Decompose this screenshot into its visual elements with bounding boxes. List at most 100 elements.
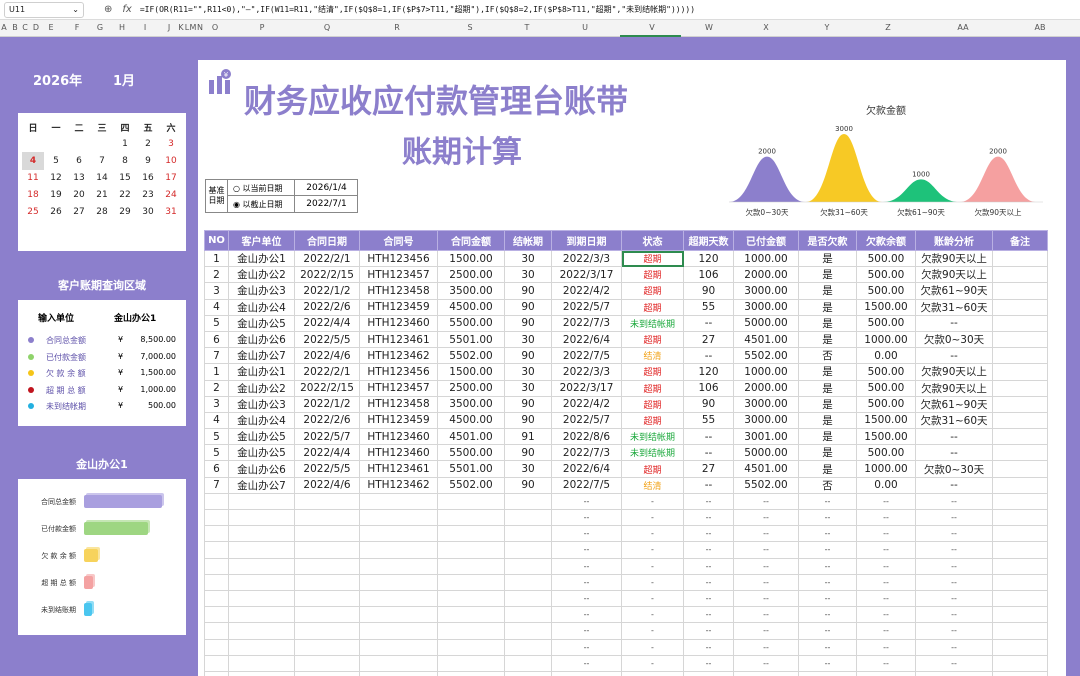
table-cell[interactable]: --	[733, 492, 799, 511]
table-cell[interactable]: --	[551, 541, 622, 559]
table-cell[interactable]	[992, 460, 1048, 478]
table-cell[interactable]	[228, 654, 295, 672]
table-cell[interactable]: HTH123461	[359, 460, 438, 478]
calendar-day[interactable]: 23	[137, 190, 159, 200]
table-cell[interactable]: --	[856, 557, 916, 575]
table-cell[interactable]	[204, 654, 229, 672]
table-cell[interactable]	[437, 622, 505, 640]
table-cell[interactable]: 4500.00	[437, 411, 505, 430]
table-cell[interactable]	[228, 557, 295, 575]
table-cell[interactable]: 500.00	[856, 379, 916, 397]
table-cell[interactable]: --	[683, 476, 734, 494]
table-cell[interactable]: 是	[798, 314, 857, 332]
table-cell[interactable]: --	[915, 622, 993, 640]
table-cell[interactable]: --	[683, 347, 734, 365]
table-cell[interactable]: 27	[683, 460, 734, 478]
column-letter[interactable]: C	[22, 23, 28, 32]
table-cell[interactable]	[359, 541, 438, 559]
table-cell[interactable]	[437, 508, 505, 527]
calendar-day[interactable]: 22	[114, 190, 136, 200]
table-cell[interactable]	[359, 508, 438, 527]
table-cell[interactable]: 5500.00	[437, 444, 505, 462]
table-cell[interactable]	[204, 508, 229, 527]
table-cell[interactable]: --	[683, 508, 734, 527]
table-cell[interactable]: --	[733, 525, 799, 543]
table-cell[interactable]: --	[798, 638, 857, 656]
table-cell[interactable]: 2022/6/4	[551, 330, 622, 349]
table-cell[interactable]: 是	[798, 282, 857, 300]
table-cell[interactable]: --	[683, 492, 734, 511]
table-cell[interactable]: --	[915, 541, 993, 559]
table-cell[interactable]: --	[683, 573, 734, 591]
table-cell[interactable]	[359, 525, 438, 543]
table-cell[interactable]: 1000.00	[733, 363, 799, 381]
table-cell[interactable]: 2022/4/2	[551, 395, 622, 413]
table-cell[interactable]	[228, 508, 295, 527]
table-cell[interactable]: 6	[204, 460, 229, 478]
table-cell[interactable]	[992, 638, 1048, 656]
column-letter[interactable]: AA	[957, 23, 968, 32]
table-cell[interactable]: 金山办公6	[228, 460, 295, 478]
column-letter[interactable]: Z	[885, 23, 890, 32]
table-cell[interactable]: 2022/5/7	[294, 428, 360, 446]
table-cell[interactable]: --	[551, 654, 622, 672]
table-cell[interactable]: -	[621, 541, 684, 559]
base-date-option-cutoff[interactable]: ◉ 以截止日期 2022/7/1	[228, 196, 358, 212]
table-cell[interactable]: -	[621, 622, 684, 640]
table-cell[interactable]: 500.00	[856, 363, 916, 381]
calendar-day[interactable]: 31	[160, 207, 182, 217]
table-cell[interactable]	[294, 557, 360, 575]
table-cell[interactable]: 1000.00	[733, 249, 799, 268]
table-cell[interactable]: --	[856, 606, 916, 624]
calendar-day[interactable]: 1	[114, 139, 136, 149]
table-cell[interactable]	[992, 363, 1048, 381]
table-cell[interactable]: HTH123461	[359, 330, 438, 349]
table-cell[interactable]: 2022/4/4	[294, 444, 360, 462]
table-cell[interactable]: 欠款61~90天	[915, 282, 993, 300]
calendar-day[interactable]: 19	[45, 190, 67, 200]
table-cell[interactable]: HTH123460	[359, 444, 438, 462]
calendar-day[interactable]: 29	[114, 207, 136, 217]
table-cell[interactable]: --	[733, 622, 799, 640]
column-letter[interactable]: R	[394, 23, 400, 32]
table-cell[interactable]: 金山办公2	[228, 379, 295, 397]
table-cell[interactable]: 2022/2/1	[294, 249, 360, 268]
table-cell[interactable]: 2022/4/4	[294, 314, 360, 332]
table-cell[interactable]	[504, 670, 552, 676]
table-cell[interactable]	[992, 654, 1048, 672]
table-cell[interactable]	[437, 557, 505, 575]
table-cell[interactable]: --	[551, 606, 622, 624]
table-cell[interactable]	[992, 444, 1048, 462]
table-header-cell[interactable]: 合同日期	[294, 230, 360, 251]
table-cell[interactable]: 欠款90天以上	[915, 266, 993, 284]
table-cell[interactable]: --	[798, 573, 857, 591]
table-cell[interactable]: HTH123459	[359, 411, 438, 430]
table-cell[interactable]	[204, 557, 229, 575]
table-cell[interactable]: 90	[683, 395, 734, 413]
column-letter[interactable]: N	[197, 23, 203, 32]
table-cell[interactable]: --	[798, 492, 857, 511]
table-cell[interactable]: 4501.00	[733, 330, 799, 349]
table-cell[interactable]	[204, 606, 229, 624]
table-cell[interactable]: 欠款31~60天	[915, 298, 993, 316]
magnifier-icon[interactable]: ⊕	[104, 4, 112, 15]
table-cell[interactable]	[992, 314, 1048, 332]
table-cell[interactable]: --	[856, 508, 916, 527]
table-cell[interactable]	[992, 266, 1048, 284]
calendar-day[interactable]: 27	[68, 207, 90, 217]
table-cell[interactable]: 3	[204, 395, 229, 413]
table-cell[interactable]	[992, 573, 1048, 591]
calendar-day[interactable]: 16	[137, 173, 159, 183]
table-cell[interactable]: --	[683, 638, 734, 656]
table-cell[interactable]	[992, 249, 1048, 268]
table-cell[interactable]: -	[621, 589, 684, 608]
table-cell[interactable]: 1000.00	[856, 460, 916, 478]
status-cell[interactable]: 超期	[621, 460, 684, 478]
table-cell[interactable]: --	[683, 541, 734, 559]
table-cell[interactable]: HTH123459	[359, 298, 438, 316]
table-cell[interactable]: 2022/4/6	[294, 476, 360, 494]
table-cell[interactable]: 0.00	[856, 476, 916, 494]
table-cell[interactable]	[992, 525, 1048, 543]
table-cell[interactable]: --	[915, 670, 993, 676]
table-cell[interactable]: --	[683, 606, 734, 624]
